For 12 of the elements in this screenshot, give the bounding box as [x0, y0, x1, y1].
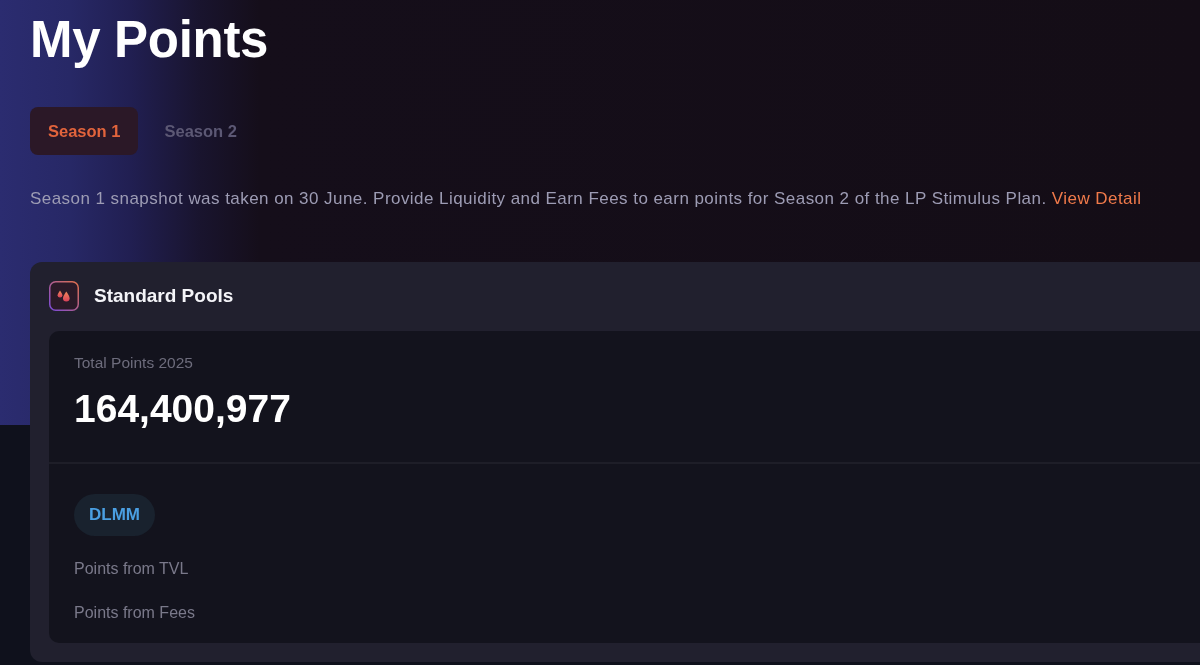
notice-text: Season 1 snapshot was taken on 30 June. Provide Liquidity and Earn Fees to earn points for Season 2 of the LP Stimulus Plan. View Detail [30, 189, 1143, 209]
card-title: Standard Pools [94, 285, 234, 307]
view-detail-link[interactable]: View Detail [1051, 189, 1142, 208]
droplets-icon [49, 281, 79, 311]
points-label: Points from TVL [74, 559, 189, 579]
season-tab[interactable]: Season 1 [30, 107, 139, 155]
season-tab[interactable]: Season 2 [146, 107, 255, 155]
points-label: Points from Fees [74, 603, 195, 623]
total-label: Total Points 2025 [74, 353, 194, 373]
page-title: My Points [30, 10, 270, 70]
pool-tag: DLMM [74, 494, 155, 536]
total-value: 164,400,977 [74, 386, 292, 432]
